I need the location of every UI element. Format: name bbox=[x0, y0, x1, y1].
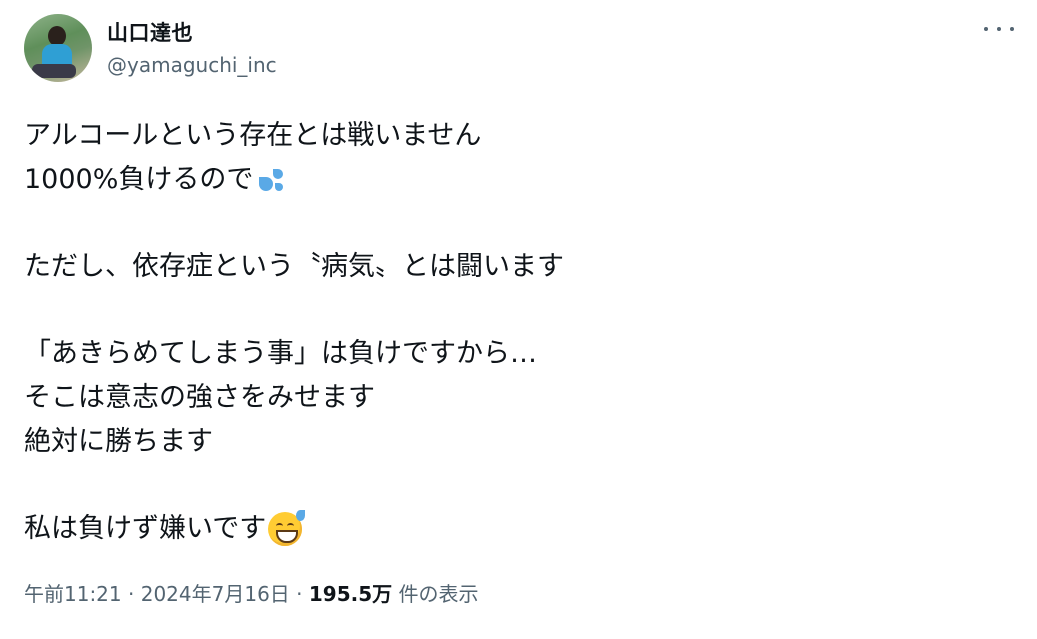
author-handle[interactable]: @yamaguchi_inc bbox=[107, 53, 277, 77]
meta-separator: · bbox=[289, 582, 309, 606]
meta-separator: · bbox=[121, 582, 141, 606]
tweet-line-text: 私は負けず嫌いです bbox=[24, 513, 267, 545]
tweet-line-text: 1000%負けるので bbox=[24, 163, 254, 195]
tweet-time[interactable]: 午前11:21 bbox=[24, 582, 122, 606]
sweat-droplets-emoji-icon bbox=[257, 165, 287, 195]
tweet-text: アルコールという存在とは戦いません 1000%負けるので ただし、依存症という〝… bbox=[24, 114, 564, 551]
view-count-suffix[interactable]: 件の表示 bbox=[392, 582, 478, 606]
tweet-line: 絶対に勝ちます bbox=[24, 425, 213, 457]
more-options-icon[interactable] bbox=[984, 18, 1014, 40]
tweet-line: 1000%負けるので bbox=[24, 158, 564, 202]
tweet-line: そこは意志の強さをみせます bbox=[24, 382, 375, 414]
more-dot bbox=[997, 27, 1001, 31]
tweet-date[interactable]: 2024年7月16日 bbox=[141, 582, 290, 606]
tweet-line: 「あきらめてしまう事」は負けですから… bbox=[24, 338, 537, 370]
more-dot bbox=[984, 27, 988, 31]
grinning-face-with-sweat-emoji-icon bbox=[268, 510, 306, 547]
tweet-meta: 午前11:21 · 2024年7月16日 · 195.5万 件の表示 bbox=[24, 578, 479, 607]
avatar-head-shape bbox=[48, 26, 66, 46]
tweet-line: ただし、依存症という〝病気〟とは闘います bbox=[24, 251, 564, 283]
view-count[interactable]: 195.5万 bbox=[309, 582, 392, 606]
more-dot bbox=[1010, 27, 1014, 31]
tweet-line: アルコールという存在とは戦いません bbox=[24, 120, 482, 151]
author-name[interactable]: 山口達也 bbox=[107, 17, 193, 47]
avatar-legs-shape bbox=[32, 64, 76, 78]
avatar[interactable] bbox=[24, 14, 92, 82]
tweet-line: 私は負けず嫌いです bbox=[24, 507, 564, 551]
